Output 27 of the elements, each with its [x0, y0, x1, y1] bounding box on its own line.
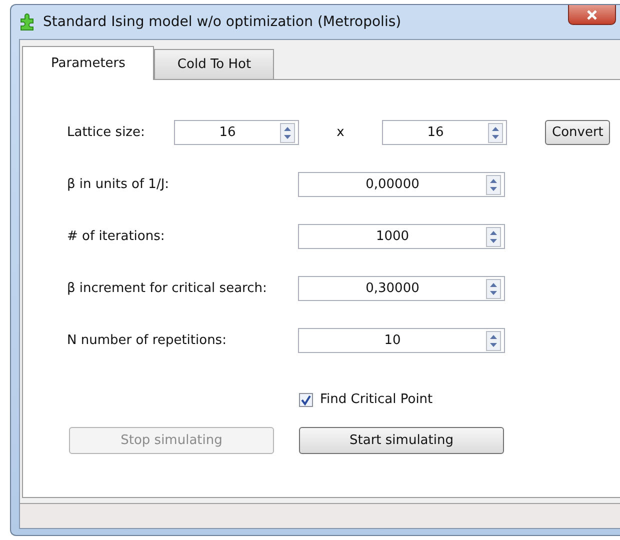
spin-arrows-icon[interactable]	[280, 122, 295, 142]
field-label: β increment for critical search:	[67, 281, 268, 296]
tab[interactable]: Parameters	[22, 46, 154, 80]
window-title: Standard Ising model w/o optimization (Metropolis)	[43, 14, 402, 30]
spin-arrows-icon[interactable]	[486, 330, 501, 350]
field-label: N number of repetitions:	[67, 333, 228, 348]
checkbox-label: Find Critical Point	[320, 392, 433, 407]
spin-box[interactable]: 0,30000	[298, 276, 505, 301]
field-label: Lattice size:	[67, 125, 146, 140]
convert-button[interactable]: Convert	[545, 120, 610, 145]
spin-box[interactable]: 1000	[298, 224, 505, 249]
close-button[interactable]	[568, 5, 616, 25]
simulate-button[interactable]: Start simulating	[299, 427, 504, 454]
spin-box[interactable]: 10	[298, 328, 505, 353]
spin-arrows-icon[interactable]	[486, 226, 501, 246]
field-label: # of iterations:	[67, 229, 166, 244]
spin-arrows-icon[interactable]	[486, 174, 501, 194]
spin-arrows-icon[interactable]	[488, 122, 503, 142]
spin-box[interactable]: 16	[174, 120, 299, 145]
checkbox[interactable]	[299, 392, 313, 406]
spin-arrows-icon[interactable]	[486, 278, 501, 298]
tab[interactable]: Cold To Hot	[154, 49, 274, 79]
times-sign: x	[336, 125, 346, 140]
field-label: β in units of 1/J:	[67, 177, 170, 192]
spin-box[interactable]: 16	[382, 120, 507, 145]
spin-box[interactable]: 0,00000	[298, 172, 505, 197]
close-icon	[586, 10, 598, 20]
